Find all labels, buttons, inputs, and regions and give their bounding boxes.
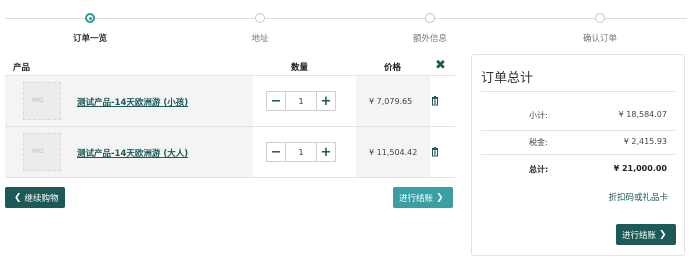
- trash-icon[interactable]: [430, 147, 440, 157]
- minus-icon[interactable]: −: [266, 91, 286, 111]
- plus-icon[interactable]: +: [316, 91, 336, 111]
- checkout-stepper: 订单一览 地址 额外信息 确认订单: [0, 0, 692, 48]
- step-order-overview[interactable]: 订单一览: [30, 13, 150, 44]
- subtotal-row: 小计: ¥ 18,584.07: [481, 110, 675, 124]
- summary-checkout-button[interactable]: 进行结账 ❯: [616, 224, 676, 245]
- chevron-right-icon: ❯: [659, 229, 667, 240]
- header-price: 价格: [384, 63, 402, 73]
- chevron-right-icon: ❯: [436, 192, 444, 203]
- step-label: 额外信息: [412, 34, 447, 44]
- thumbnail-text: IMG: [32, 148, 44, 155]
- continue-shopping-label: 继续购物: [24, 193, 59, 204]
- chevron-left-icon: ❮: [14, 192, 22, 203]
- total-value: ¥ 21,000.00: [613, 164, 667, 173]
- product-thumbnail[interactable]: IMG: [23, 82, 61, 120]
- step-label: 订单一览: [72, 34, 107, 44]
- product-name-link[interactable]: 测试产品-14天欧洲游 (小孩): [77, 96, 188, 108]
- step-label: 确认订单: [582, 34, 617, 44]
- step-confirm-order[interactable]: 确认订单: [540, 13, 660, 44]
- subtotal-label: 小计:: [529, 111, 548, 120]
- product-price: ¥ 11,504.42: [369, 148, 418, 157]
- product-image-cell: IMG: [5, 127, 73, 177]
- table-row: IMG 测试产品-14天欧洲游 (小孩) − 1 + ¥ 7,079.65: [5, 76, 455, 127]
- step-dot: [85, 13, 95, 23]
- step-dot: [255, 13, 265, 23]
- checkout-label: 进行结账: [399, 193, 434, 204]
- step-label: 地址: [251, 34, 269, 44]
- total-label: 总计:: [529, 165, 549, 174]
- table-row: IMG 测试产品-14天欧洲游 (大人) − 1 + ¥ 11,504.42: [5, 127, 455, 178]
- step-address[interactable]: 地址: [200, 13, 320, 44]
- quantity-value[interactable]: 1: [286, 91, 316, 111]
- tax-label: 税金:: [529, 138, 548, 147]
- total-row: 总计: ¥ 21,000.00: [481, 164, 675, 178]
- divider: [481, 154, 675, 155]
- product-image-cell: IMG: [5, 76, 73, 126]
- quantity-stepper: − 1 +: [266, 142, 336, 162]
- thumbnail-text: IMG: [32, 97, 44, 104]
- step-extra-info[interactable]: 额外信息: [370, 13, 490, 44]
- cart-table: 产品 数量 价格 ✖ IMG 测试产品-14天欧洲游 (小孩) − 1 + ¥ …: [5, 56, 455, 178]
- tax-row: 税金: ¥ 2,415.93: [481, 137, 675, 151]
- header-quantity: 数量: [291, 63, 309, 73]
- product-thumbnail[interactable]: IMG: [23, 133, 61, 171]
- subtotal-value: ¥ 18,584.07: [618, 110, 667, 119]
- summary-title: 订单总计: [481, 71, 534, 86]
- divider: [481, 130, 675, 131]
- close-icon[interactable]: ✖: [435, 58, 446, 73]
- header-product: 产品: [13, 63, 31, 73]
- tax-value: ¥ 2,415.93: [623, 137, 667, 146]
- cart-table-header: 产品 数量 价格 ✖: [5, 56, 455, 76]
- step-dot: [425, 13, 435, 23]
- product-name-link[interactable]: 测试产品-14天欧洲游 (大人): [77, 147, 188, 159]
- minus-icon[interactable]: −: [266, 142, 286, 162]
- checkout-label: 进行结账: [622, 230, 657, 241]
- product-price: ¥ 7,079.65: [369, 97, 413, 106]
- divider: [481, 91, 675, 92]
- quantity-stepper: − 1 +: [266, 91, 336, 111]
- coupon-link[interactable]: 折扣码或礼品卡: [608, 191, 668, 203]
- order-summary-panel: 订单总计 小计: ¥ 18,584.07 税金: ¥ 2,415.93 总计: …: [471, 54, 685, 256]
- quantity-value[interactable]: 1: [286, 142, 316, 162]
- checkout-button[interactable]: 进行结账 ❯: [393, 187, 453, 208]
- trash-icon[interactable]: [430, 96, 440, 106]
- plus-icon[interactable]: +: [316, 142, 336, 162]
- step-dot: [595, 13, 605, 23]
- continue-shopping-button[interactable]: ❮ 继续购物: [5, 187, 65, 208]
